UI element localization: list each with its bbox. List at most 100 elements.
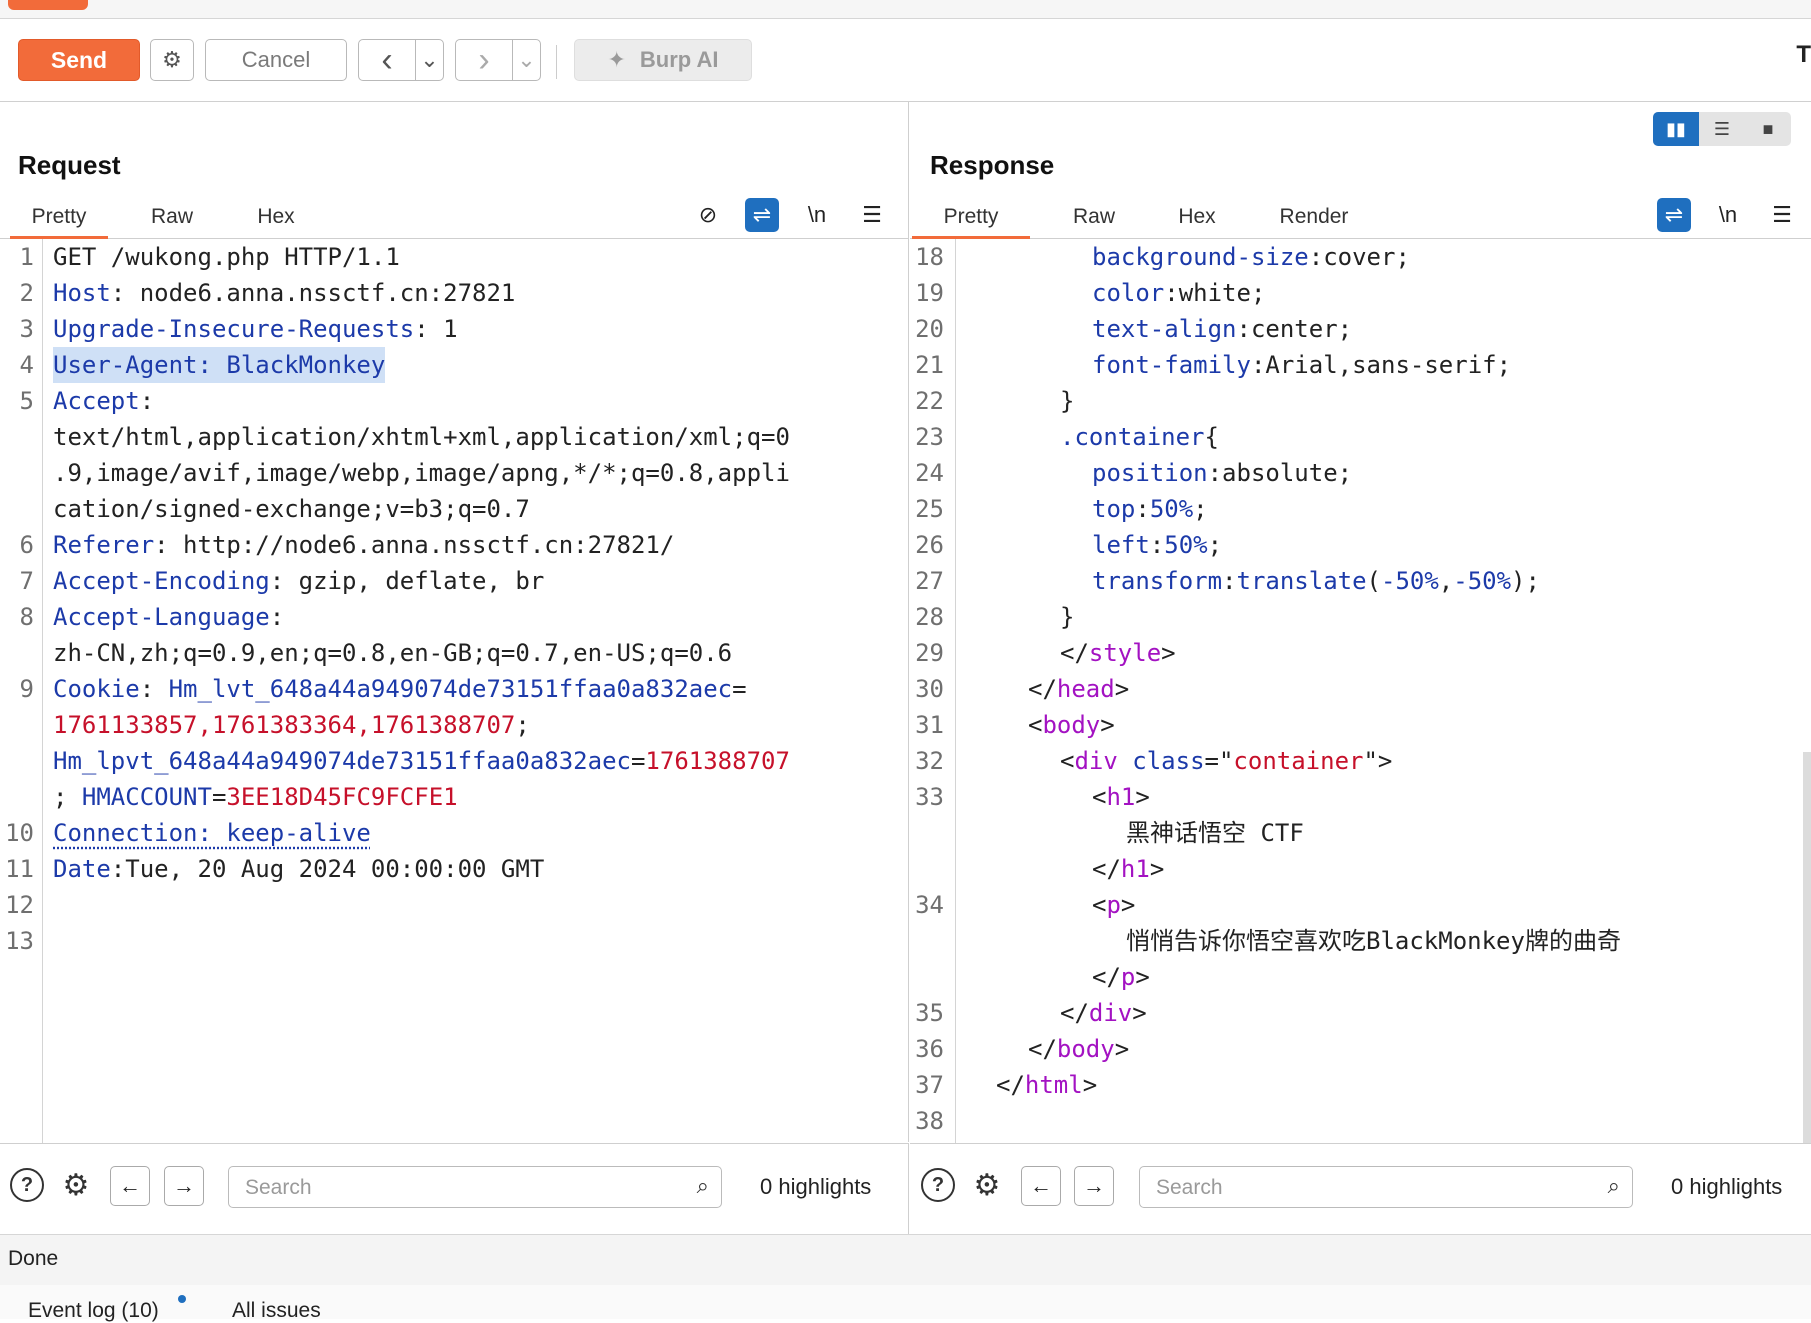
- line-number: 24: [915, 459, 944, 487]
- show-newlines-icon[interactable]: \n: [1711, 198, 1745, 232]
- tab-hex[interactable]: Hex: [1153, 198, 1241, 236]
- tab-hex[interactable]: Hex: [232, 198, 320, 236]
- layout-split-icon[interactable]: ▮▮: [1653, 112, 1699, 146]
- layout-rows-icon[interactable]: ☰: [1699, 112, 1745, 146]
- tab-raw[interactable]: Raw: [128, 198, 216, 236]
- response-search-bar: ? ⚙ ← → ⌕ 0 highlights: [910, 1143, 1811, 1234]
- history-back-dropdown[interactable]: ⌄: [415, 39, 444, 81]
- hide-nonprintable-icon[interactable]: ⊘: [691, 198, 725, 232]
- settings-button[interactable]: ⚙: [150, 39, 194, 81]
- search-input[interactable]: [243, 1173, 667, 1203]
- css-value: :Arial,sans-serif;: [1250, 351, 1512, 379]
- line-number: 27: [915, 567, 944, 595]
- css-value: :absolute;: [1207, 459, 1353, 487]
- layout-single-icon[interactable]: ■: [1745, 112, 1791, 146]
- word-wrap-icon[interactable]: ⇌: [745, 198, 779, 232]
- sparkle-icon: ✦: [607, 47, 626, 72]
- status-text: Done: [8, 1247, 59, 1270]
- all-issues-tab[interactable]: All issues: [232, 1299, 321, 1323]
- response-editor[interactable]: 18 background-size:cover; 19 color:white; …: [910, 239, 1811, 1145]
- css-comma: ,: [1438, 567, 1454, 595]
- html-bracket: >: [1149, 855, 1165, 883]
- line-number: 19: [915, 279, 944, 307]
- header-name: Referer: [53, 531, 155, 559]
- next-match-button[interactable]: →: [1074, 1166, 1114, 1206]
- cancel-button[interactable]: Cancel: [205, 39, 347, 81]
- history-back-button[interactable]: ‹: [358, 39, 416, 81]
- request-editor[interactable]: 1 GET /wukong.php HTTP/1.1 2 Host: node6.a…: [0, 239, 908, 1145]
- menu-icon[interactable]: ☰: [1765, 198, 1799, 232]
- css-colon: :: [1149, 531, 1165, 559]
- html-tag: style: [1088, 639, 1162, 667]
- show-newlines-icon[interactable]: \n: [800, 198, 834, 232]
- html-tag: h1: [1120, 855, 1150, 883]
- tab-pretty[interactable]: Pretty: [10, 198, 108, 239]
- line-number: 3: [19, 315, 34, 343]
- html-bracket: </: [1092, 963, 1121, 991]
- line-number: 23: [915, 423, 944, 451]
- cookie-value: 3EE18D45FC9FCFE1: [226, 783, 458, 811]
- html-bracket: >: [1161, 639, 1176, 667]
- chevron-down-icon: ⌄: [517, 47, 536, 72]
- line-number: 6: [19, 531, 34, 559]
- css-number: 50%: [1149, 495, 1194, 523]
- tab-render[interactable]: Render: [1262, 198, 1366, 236]
- history-forward-button[interactable]: ›: [455, 39, 513, 81]
- selected-user-agent-header[interactable]: User-Agent: BlackMonkey: [53, 347, 386, 383]
- connection-header: Connection: keep-alive: [53, 819, 371, 847]
- highlights-count: 0 highlights: [760, 1174, 872, 1199]
- word-wrap-icon[interactable]: ⇌: [1657, 198, 1691, 232]
- menu-icon[interactable]: ☰: [855, 198, 889, 232]
- repeater-toolbar: Send ⚙ Cancel ‹ ⌄ › ⌄ ✦ Burp AI T: [0, 19, 1811, 102]
- css-colon: :: [1135, 495, 1150, 523]
- header-value: : node6.anna.nssctf.cn:27821: [110, 279, 516, 307]
- gear-icon[interactable]: ⚙: [968, 1166, 1006, 1204]
- active-tab-marker[interactable]: [8, 0, 88, 10]
- previous-match-button[interactable]: ←: [1021, 1166, 1061, 1206]
- arrow-right-icon: →: [1083, 1173, 1105, 1198]
- send-button[interactable]: Send: [18, 39, 140, 81]
- notification-dot: [178, 1295, 186, 1303]
- line-number: 33: [915, 783, 944, 811]
- css-number: -50%: [1381, 567, 1439, 595]
- css-brace: {: [1204, 423, 1219, 451]
- html-tag: p: [1120, 963, 1136, 991]
- next-match-button[interactable]: →: [164, 1166, 204, 1206]
- gear-icon[interactable]: ⚙: [57, 1166, 95, 1204]
- arrow-left-icon: ←: [1030, 1173, 1052, 1198]
- header-separator: :: [139, 675, 169, 703]
- css-semicolon: ;: [1207, 531, 1223, 559]
- html-tag: html: [1024, 1071, 1083, 1099]
- html-attribute-value: container: [1233, 747, 1364, 775]
- status-bar: Done: [0, 1234, 1811, 1286]
- html-bracket: </: [1060, 639, 1089, 667]
- line-number: 29: [915, 639, 944, 667]
- line-number: 13: [5, 927, 34, 955]
- search-icon: ⌕: [696, 1173, 709, 1198]
- tab-raw[interactable]: Raw: [1050, 198, 1138, 236]
- css-number: 50%: [1164, 531, 1208, 559]
- burp-ai-label: Burp AI: [639, 47, 719, 72]
- css-selector: .container: [1060, 423, 1205, 451]
- html-bracket: ">: [1363, 747, 1393, 775]
- event-log-tab[interactable]: Event log (10): [28, 1299, 159, 1323]
- html-bracket: >: [1120, 891, 1136, 919]
- line-number: 30: [915, 675, 944, 703]
- help-icon[interactable]: ?: [10, 1168, 44, 1202]
- css-function: translate: [1236, 567, 1367, 595]
- line-number: 26: [915, 531, 944, 559]
- previous-match-button[interactable]: ←: [110, 1166, 150, 1206]
- html-bracket: >: [1082, 1071, 1098, 1099]
- search-box: ⌕: [228, 1166, 722, 1208]
- header-name: Accept-Language: [53, 603, 270, 631]
- chevron-left-icon: ‹: [381, 40, 393, 79]
- header-value: cation/signed-exchange;v=b3;q=0.7: [53, 495, 530, 523]
- chevron-down-icon: ⌄: [420, 47, 439, 72]
- history-forward-dropdown[interactable]: ⌄: [512, 39, 541, 81]
- cookie-value: 1761388707: [645, 747, 790, 775]
- tab-pretty[interactable]: Pretty: [912, 198, 1030, 239]
- burp-ai-button[interactable]: ✦ Burp AI: [574, 39, 752, 81]
- search-input[interactable]: [1154, 1173, 1578, 1203]
- header-name: Accept-Encoding: [53, 567, 270, 595]
- help-icon[interactable]: ?: [921, 1168, 955, 1202]
